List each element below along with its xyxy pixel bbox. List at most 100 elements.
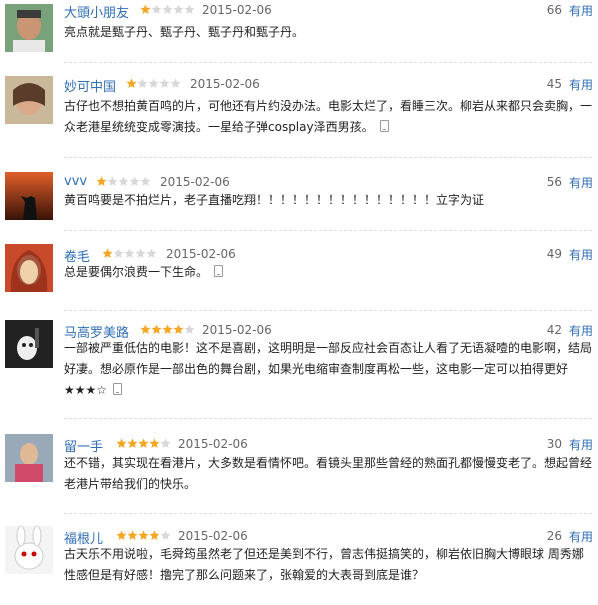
star-filled-icon	[162, 324, 173, 334]
rating-stars	[140, 324, 195, 336]
review-text: 还不错，其实现在看港片，大多数是看情怀吧。看镜头里那些曾经的熟面孔都慢慢变老了。…	[64, 453, 592, 495]
review-item: vvv 2015-02-06 56 有用 黄百鸣要是不拍烂片，老子直播吃翔！！！…	[0, 172, 598, 234]
useful-count: 66	[546, 3, 562, 17]
user-name-link[interactable]: 大頭小朋友	[64, 2, 129, 21]
user-avatar[interactable]	[5, 4, 53, 52]
review-date: 2015-02-06	[178, 529, 248, 543]
star-empty-icon	[173, 4, 184, 14]
divider	[64, 418, 592, 419]
star-empty-icon	[129, 176, 140, 186]
star-empty-icon	[124, 248, 135, 258]
rating-stars	[102, 248, 157, 260]
useful-button[interactable]: 有用	[569, 174, 593, 191]
rating-stars	[140, 4, 195, 16]
star-filled-icon	[138, 438, 149, 448]
star-filled-icon	[127, 530, 138, 540]
review-date: 2015-02-06	[160, 175, 230, 189]
useful-button[interactable]: 有用	[569, 246, 593, 263]
user-avatar[interactable]	[5, 172, 53, 220]
useful-count: 45	[546, 77, 562, 91]
star-filled-icon	[126, 78, 137, 88]
review-item: 妙可中国 2015-02-06 45 有用 古仔也不想拍黄百鸣的片，可他还有片约…	[0, 74, 598, 164]
review-text-body: 总是要偶尔浪费一下生命。	[64, 265, 209, 279]
star-empty-icon	[113, 248, 124, 258]
star-filled-icon	[96, 176, 107, 186]
review-date: 2015-02-06	[202, 3, 272, 17]
user-name-link[interactable]: vvv	[64, 174, 87, 189]
review-item: 福根儿 2015-02-06 26 有用 古天乐不用说啦，毛舜筠虽然老了但还是美…	[0, 526, 598, 605]
user-name-link[interactable]: 妙可中国	[64, 76, 116, 95]
review-text-body: 黄百鸣要是不拍烂片，老子直播吃翔！！！！！！！！！！！！！！！立字为证	[64, 193, 485, 207]
review-item: 卷毛 2015-02-06 49 有用 总是要偶尔浪费一下生命。	[0, 244, 598, 306]
review-date: 2015-02-06	[202, 323, 272, 337]
mobile-icon	[214, 265, 224, 277]
review-text: 古天乐不用说啦，毛舜筠虽然老了但还是美到不行，曾志伟挺搞笑的，柳岩依旧胸大博眼球…	[64, 544, 592, 586]
useful-button[interactable]: 有用	[569, 2, 593, 19]
star-filled-icon	[138, 530, 149, 540]
user-avatar[interactable]	[5, 244, 53, 292]
star-empty-icon	[151, 4, 162, 14]
divider	[64, 157, 592, 158]
review-text: 黄百鸣要是不拍烂片，老子直播吃翔！！！！！！！！！！！！！！！立字为证	[64, 190, 592, 211]
star-empty-icon	[184, 4, 195, 14]
useful-count: 30	[546, 437, 562, 451]
star-filled-icon	[149, 530, 160, 540]
star-empty-icon	[148, 78, 159, 88]
star-empty-icon	[159, 78, 170, 88]
useful-count: 49	[546, 247, 562, 261]
star-empty-icon	[140, 176, 151, 186]
star-filled-icon	[151, 324, 162, 334]
star-filled-icon	[116, 530, 127, 540]
review-text-body: 古仔也不想拍黄百鸣的片，可他还有片约没办法。电影太烂了，看睡三次。柳岩从来都只会…	[64, 99, 593, 134]
star-filled-icon	[102, 248, 113, 258]
review-text: 古仔也不想拍黄百鸣的片，可他还有片约没办法。电影太烂了，看睡三次。柳岩从来都只会…	[64, 96, 592, 138]
useful-button[interactable]: 有用	[569, 436, 593, 453]
user-avatar[interactable]	[5, 434, 53, 482]
user-avatar[interactable]	[5, 76, 53, 124]
divider	[64, 62, 592, 63]
review-date: 2015-02-06	[190, 77, 260, 91]
star-empty-icon	[135, 248, 146, 258]
divider	[64, 310, 592, 311]
useful-button[interactable]: 有用	[569, 528, 593, 545]
star-filled-icon	[140, 324, 151, 334]
mobile-icon	[113, 383, 123, 395]
divider	[64, 230, 592, 231]
review-text: 亮点就是甄子丹、甄子丹、甄子丹和甄子丹。	[64, 22, 592, 43]
review-text-body: 亮点就是甄子丹、甄子丹、甄子丹和甄子丹。	[64, 25, 305, 39]
review-text-body: 一部被严重低估的电影！这不是喜剧，这明明是一部反应社会百态让人看了无语凝噎的电影…	[64, 341, 593, 397]
star-filled-icon	[140, 4, 151, 14]
star-empty-icon	[162, 4, 173, 14]
star-empty-icon	[118, 176, 129, 186]
review-item: 大頭小朋友 2015-02-06 66 有用 亮点就是甄子丹、甄子丹、甄子丹和甄…	[0, 0, 598, 68]
review-item: 马高罗美路 2015-02-06 42 有用 一部被严重低估的电影！这不是喜剧，…	[0, 320, 598, 410]
useful-button[interactable]: 有用	[569, 322, 593, 339]
useful-button[interactable]: 有用	[569, 76, 593, 93]
divider	[64, 513, 592, 514]
star-empty-icon	[160, 438, 171, 448]
star-filled-icon	[149, 438, 160, 448]
review-date: 2015-02-06	[166, 247, 236, 261]
user-avatar[interactable]	[5, 320, 53, 368]
review-text: 一部被严重低估的电影！这不是喜剧，这明明是一部反应社会百态让人看了无语凝噎的电影…	[64, 338, 592, 401]
user-avatar[interactable]	[5, 526, 53, 574]
rating-stars	[116, 438, 171, 450]
review-text: 总是要偶尔浪费一下生命。	[64, 262, 592, 283]
star-empty-icon	[170, 78, 181, 88]
star-empty-icon	[184, 324, 195, 334]
star-filled-icon	[116, 438, 127, 448]
star-filled-icon	[127, 438, 138, 448]
star-empty-icon	[146, 248, 157, 258]
star-filled-icon	[173, 324, 184, 334]
useful-count: 42	[546, 323, 562, 337]
review-date: 2015-02-06	[178, 437, 248, 451]
rating-stars	[126, 78, 181, 90]
rating-stars	[96, 176, 151, 188]
mobile-icon	[379, 120, 389, 132]
star-empty-icon	[137, 78, 148, 88]
review-text-body: 还不错，其实现在看港片，大多数是看情怀吧。看镜头里那些曾经的熟面孔都慢慢变老了。…	[64, 456, 593, 491]
star-empty-icon	[160, 530, 171, 540]
useful-count: 56	[546, 175, 562, 189]
review-item: 留一手 2015-02-06 30 有用 还不错，其实现在看港片，大多数是看情怀…	[0, 434, 598, 514]
star-empty-icon	[107, 176, 118, 186]
